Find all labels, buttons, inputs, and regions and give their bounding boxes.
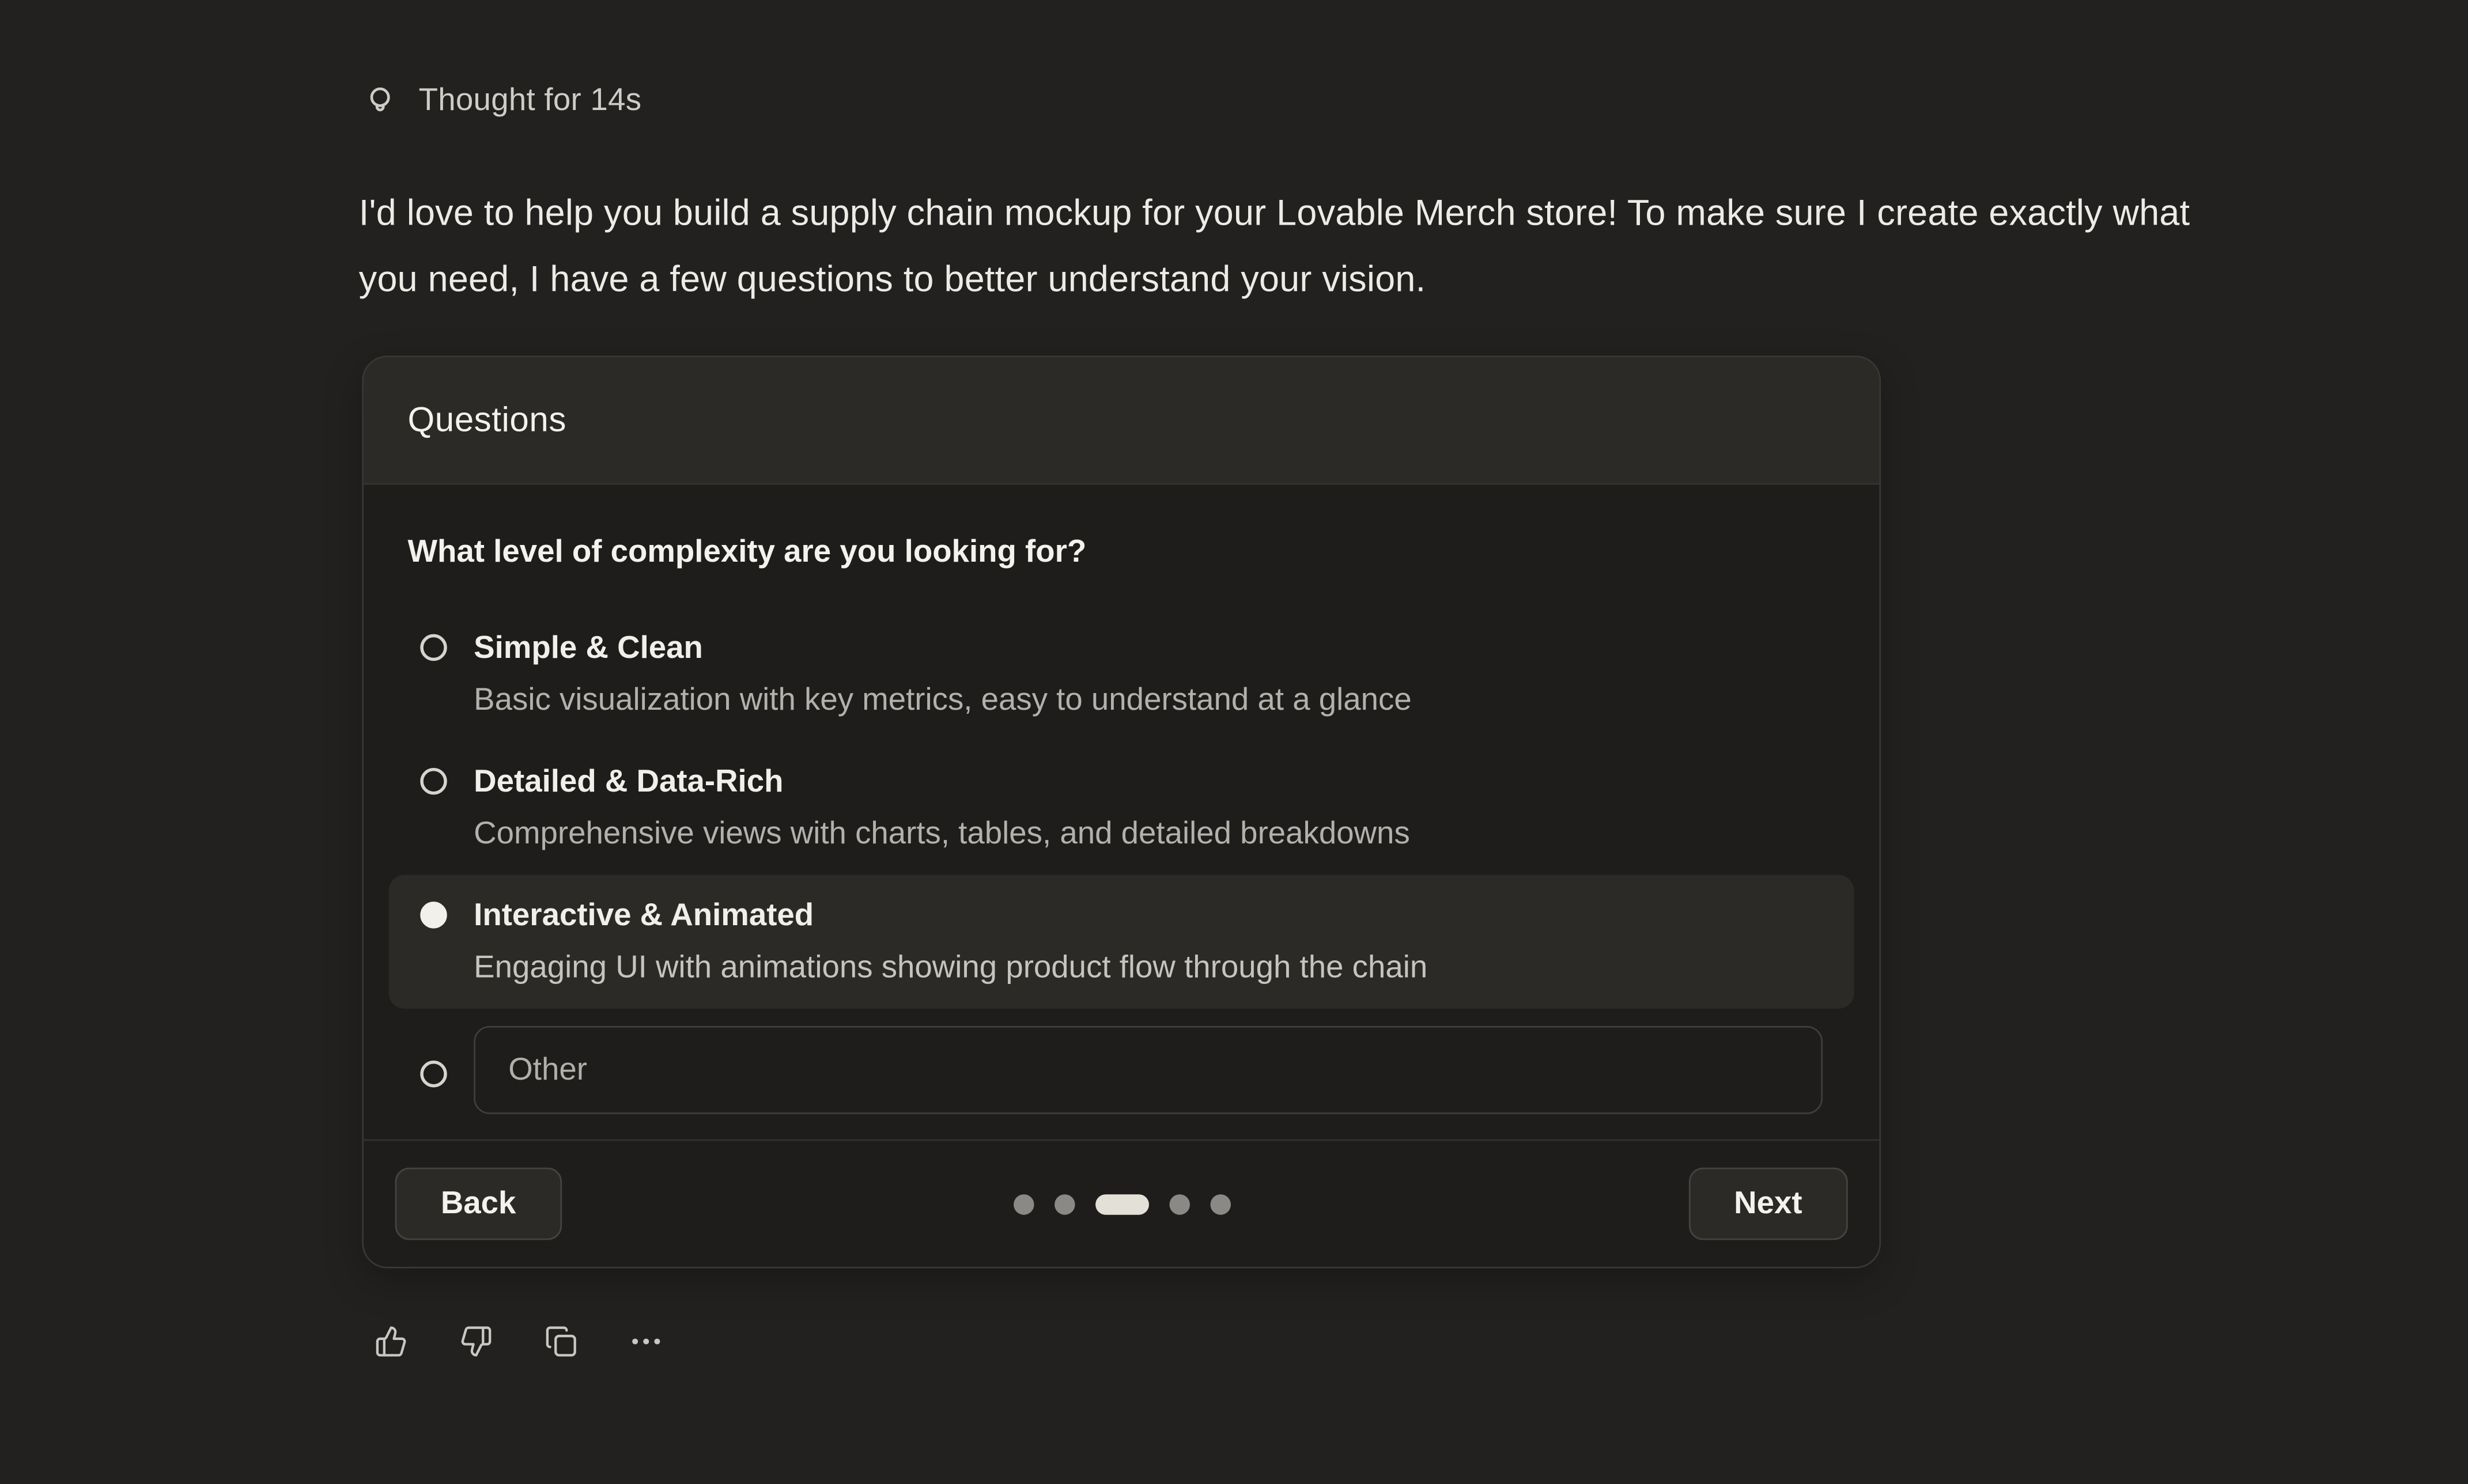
copy-button[interactable] — [545, 1325, 577, 1358]
option-label: Detailed & Data-Rich — [474, 760, 1410, 804]
pagination-dot-5 — [1210, 1194, 1230, 1214]
radio-selected-icon[interactable] — [420, 902, 447, 928]
pagination-dot-3-active — [1095, 1194, 1148, 1214]
option-description: Engaging UI with animations showing prod… — [474, 946, 1427, 990]
radio-unselected-icon[interactable] — [420, 1061, 447, 1087]
option-other[interactable] — [389, 1013, 1854, 1127]
next-button[interactable]: Next — [1688, 1168, 1848, 1240]
radio-unselected-icon[interactable] — [420, 768, 447, 794]
questions-card: Questions What level of complexity are y… — [362, 355, 1881, 1268]
thumbs-up-icon — [375, 1325, 407, 1358]
thumbs-down-button[interactable] — [460, 1325, 493, 1358]
back-button[interactable]: Back — [395, 1168, 562, 1240]
pagination-dot-2 — [1054, 1194, 1075, 1214]
options-list: Simple & Clean Basic visualization with … — [407, 607, 1835, 1126]
option-label: Interactive & Animated — [474, 894, 1427, 937]
option-interactive-animated[interactable]: Interactive & Animated Engaging UI with … — [389, 875, 1854, 1009]
option-description: Comprehensive views with charts, tables,… — [474, 812, 1410, 855]
chat-message-region: Thought for 14s I'd love to help you bui… — [0, 0, 2468, 1484]
questions-card-header: Questions — [364, 357, 1879, 484]
card-title: Questions — [407, 400, 566, 441]
option-description: Basic visualization with key metrics, ea… — [474, 678, 1412, 722]
option-label: Simple & Clean — [474, 626, 1412, 670]
questions-card-body: What level of complexity are you looking… — [364, 484, 1879, 1139]
lightbulb-icon — [362, 84, 398, 120]
radio-unselected-icon[interactable] — [420, 634, 447, 661]
thinking-duration-toggle[interactable]: Thought for 14s — [362, 84, 641, 120]
option-simple-clean[interactable]: Simple & Clean Basic visualization with … — [389, 607, 1854, 741]
message-actions — [375, 1325, 663, 1358]
question-text: What level of complexity are you looking… — [407, 532, 1835, 573]
thumbs-down-icon — [460, 1325, 493, 1358]
pagination-dot-4 — [1169, 1194, 1189, 1214]
other-input[interactable] — [474, 1026, 1823, 1114]
more-options-button[interactable] — [630, 1325, 663, 1358]
pagination-indicator — [364, 1194, 1879, 1214]
pagination-dot-1 — [1013, 1194, 1034, 1214]
thumbs-up-button[interactable] — [375, 1325, 407, 1358]
thinking-duration-label: Thought for 14s — [419, 84, 642, 120]
assistant-message-text: I'd love to help you build a supply chai… — [359, 179, 2201, 311]
copy-icon — [545, 1325, 577, 1358]
ellipsis-icon — [630, 1325, 663, 1358]
questions-card-footer: Back Next — [364, 1140, 1879, 1267]
option-detailed-data-rich[interactable]: Detailed & Data-Rich Comprehensive views… — [389, 741, 1854, 875]
